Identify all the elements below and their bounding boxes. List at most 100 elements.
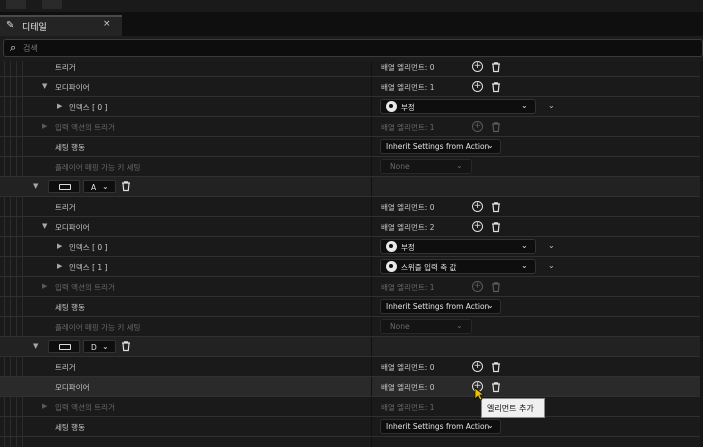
- row-label: 세팅 행동: [55, 303, 85, 312]
- setting-behavior-select[interactable]: Inherit Settings from Action ⌄: [380, 299, 501, 314]
- trash-icon[interactable]: [490, 61, 502, 73]
- row-input-action-trigger: ▶ 입력 액션의 트리거 배열 엘리먼트: 1 +: [0, 116, 703, 137]
- tab-details[interactable]: ✎ 디테일 ×: [0, 15, 122, 36]
- close-tab-button[interactable]: ×: [103, 19, 111, 29]
- player-mappable-select[interactable]: None ⌄: [380, 159, 472, 174]
- collapse-arrow-icon: ▶: [42, 402, 48, 410]
- mouse-cursor-icon: [474, 387, 484, 401]
- modifier-value: 스위즐 입력 축 값: [401, 263, 457, 272]
- key-select[interactable]: D ⌄: [83, 340, 116, 353]
- select-value: Inherit Settings from Action: [386, 302, 490, 311]
- expand-arrow-icon[interactable]: ▼: [42, 82, 47, 90]
- pencil-icon: ✎: [6, 20, 15, 31]
- row-trigger: 트리거 배열 엘리먼트: 0 +: [0, 196, 703, 217]
- array-count: 배열 엘리먼트: 0: [381, 363, 435, 372]
- chevron-down-icon: ⌄: [487, 301, 494, 310]
- save-icon[interactable]: [6, 0, 26, 9]
- trash-icon[interactable]: [490, 81, 502, 93]
- array-count: 배열 엘리먼트: 0: [381, 63, 435, 72]
- chevron-down-icon: ⌄: [521, 101, 528, 110]
- chevron-down-icon: ⌄: [521, 261, 528, 270]
- array-count: 배열 엘리먼트: 1: [381, 123, 435, 132]
- row-modifiers[interactable]: ▼ 모디파이어 배열 엘리먼트: 1 +: [0, 76, 703, 97]
- row-player-mappable: 플레이어 매핑 가능 키 세팅 None ⌄: [0, 316, 703, 337]
- chevron-down-icon: ⌄: [456, 321, 463, 330]
- keyboard-icon-button[interactable]: [48, 180, 80, 193]
- mapping-row-d[interactable]: ▼ D ⌄: [0, 336, 703, 357]
- trash-icon[interactable]: [120, 180, 132, 192]
- chevron-down-icon[interactable]: ⌄: [548, 101, 555, 110]
- modifier-select[interactable]: 부정 ⌄: [380, 99, 536, 114]
- row-label: 플레이어 매핑 가능 키 세팅: [55, 163, 141, 172]
- array-count: 배열 엘리먼트: 0: [381, 383, 435, 392]
- player-mappable-select[interactable]: None ⌄: [380, 319, 472, 334]
- row-setting-behavior: 세팅 행동 Inherit Settings from Action ⌄: [0, 416, 703, 437]
- trash-icon[interactable]: [490, 381, 502, 393]
- modifier-icon: [386, 241, 397, 252]
- chevron-down-icon: ⌄: [102, 342, 109, 351]
- row-label: 세팅 행동: [55, 423, 85, 432]
- trash-icon[interactable]: [120, 340, 132, 352]
- expand-arrow-icon[interactable]: ▼: [33, 182, 38, 190]
- key-value: D: [91, 343, 97, 352]
- add-element-icon[interactable]: +: [472, 221, 483, 232]
- search-input[interactable]: ⌕ 검색: [3, 39, 703, 57]
- row-index-1[interactable]: ▶ 인덱스 [ 1 ] 스위즐 입력 축 값 ⌄ ⌄: [0, 256, 703, 277]
- trash-icon: [492, 282, 500, 293]
- trash-icon[interactable]: [490, 361, 502, 373]
- add-element-icon[interactable]: +: [472, 61, 483, 72]
- add-element-icon[interactable]: +: [472, 361, 483, 372]
- row-index-0[interactable]: ▶ 인덱스 [ 0 ] 부정 ⌄ ⌄: [0, 96, 703, 117]
- collapse-arrow-icon[interactable]: ▶: [57, 262, 62, 270]
- row-label: 모디파이어: [55, 383, 90, 392]
- search-icon: ⌕: [10, 41, 17, 54]
- setting-behavior-select[interactable]: Inherit Settings from Action ⌄: [380, 419, 501, 434]
- row-trigger: 트리거 배열 엘리먼트: 0 +: [0, 356, 703, 377]
- key-value: A: [91, 183, 97, 192]
- tooltip-add-element: 엘리먼트 추가: [481, 398, 545, 418]
- keyboard-icon-button[interactable]: [48, 340, 80, 353]
- keyboard-icon: [59, 184, 71, 190]
- row-modifiers-hovered[interactable]: 모디파이어 배열 엘리먼트: 0 +: [0, 376, 703, 397]
- tab-details-label: 디테일: [22, 23, 47, 33]
- row-label: 인덱스 [ 1 ]: [69, 263, 108, 272]
- keyboard-icon: [59, 344, 71, 350]
- row-setting-behavior: 세팅 행동 Inherit Settings from Action ⌄: [0, 136, 703, 157]
- row-label: 트리거: [55, 63, 76, 72]
- expand-arrow-icon[interactable]: ▼: [42, 222, 47, 230]
- row-input-action-trigger: ▶ 입력 액션의 트리거 배열 엘리먼트: 1 +: [0, 276, 703, 297]
- add-element-icon: +: [472, 281, 483, 292]
- browse-icon[interactable]: [42, 0, 62, 9]
- setting-behavior-select[interactable]: Inherit Settings from Action ⌄: [380, 139, 501, 154]
- add-element-icon[interactable]: +: [472, 201, 483, 212]
- add-element-icon[interactable]: +: [472, 81, 483, 92]
- row-label: 인덱스 [ 0 ]: [69, 243, 108, 252]
- row-label: 트리거: [55, 363, 76, 372]
- chevron-down-icon[interactable]: ⌄: [548, 241, 555, 250]
- trash-icon[interactable]: [490, 221, 502, 233]
- add-element-icon: +: [472, 121, 483, 132]
- modifier-value: 부정: [401, 103, 415, 112]
- row-index-0[interactable]: ▶ 인덱스 [ 0 ] 부정 ⌄ ⌄: [0, 236, 703, 257]
- row-player-mappable: [0, 436, 703, 447]
- row-label: 모디파이어: [55, 223, 90, 232]
- modifier-select[interactable]: 부정 ⌄: [380, 239, 536, 254]
- trash-icon[interactable]: [490, 201, 502, 213]
- array-count: 배열 엘리먼트: 2: [381, 223, 435, 232]
- top-toolbar: [0, 0, 703, 12]
- row-label: 입력 액션의 트리거: [55, 403, 115, 412]
- key-select[interactable]: A ⌄: [83, 180, 116, 193]
- expand-arrow-icon[interactable]: ▼: [33, 342, 38, 350]
- collapse-arrow-icon: ▶: [42, 282, 48, 290]
- row-trigger: 트리거 배열 엘리먼트: 0 +: [0, 61, 703, 77]
- modifier-value: 부정: [401, 243, 415, 252]
- chevron-down-icon: ⌄: [521, 241, 528, 250]
- collapse-arrow-icon[interactable]: ▶: [57, 242, 62, 250]
- trash-icon: [492, 122, 500, 133]
- collapse-arrow-icon[interactable]: ▶: [57, 102, 62, 110]
- chevron-down-icon[interactable]: ⌄: [548, 261, 555, 270]
- select-value: None: [390, 162, 410, 171]
- mapping-row-a[interactable]: ▼ A ⌄: [0, 176, 703, 197]
- row-modifiers[interactable]: ▼ 모디파이어 배열 엘리먼트: 2 +: [0, 216, 703, 237]
- modifier-select[interactable]: 스위즐 입력 축 값 ⌄: [380, 259, 536, 274]
